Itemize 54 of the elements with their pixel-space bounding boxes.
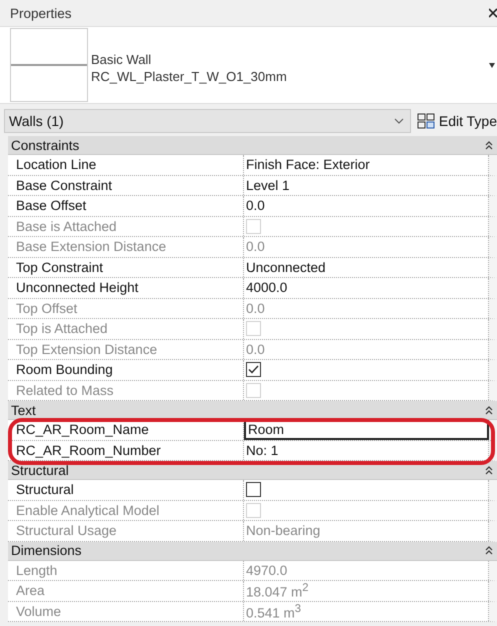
collapse-icon [485,140,493,150]
type-selector[interactable]: Basic Wall RC_WL_Plaster_T_W_O1_30mm [0,26,497,104]
checkbox[interactable] [246,482,261,498]
property-value: 0.0 [246,239,265,254]
collapse-icon [485,466,493,474]
collapse-icon [485,546,493,555]
property-value: No: 1 [246,442,278,458]
property-value: Finish Face: Exterior [246,157,370,172]
property-label: Top is Attached [8,319,244,338]
property-label: Related to Mass [8,380,244,400]
property-label: Area [8,581,244,600]
property-value: Level 1 [246,178,290,193]
wall-preview-icon [10,28,88,102]
type-name: RC_WL_Plaster_T_W_O1_30mm [91,68,288,85]
property-label: Base is Attached [8,216,244,236]
group-header[interactable]: Text [8,401,497,420]
close-icon[interactable] [489,8,497,18]
property-value: 0.0 [246,342,265,357]
property-label: Structural [8,480,244,500]
property-label: RC_AR_Room_Name [8,420,244,440]
checkbox[interactable] [246,362,261,378]
property-value: 0.541 m$^{3}$ [246,602,302,620]
property-value: 0.0 [246,198,265,214]
group-header[interactable]: Dimensions [8,542,497,560]
property-label: Volume [8,602,244,621]
edit-type-icon [416,113,435,129]
property-label: RC_AR_Room_Number [8,440,244,460]
property-value: 4970.0 [246,562,288,578]
property-label: Top Extension Distance [8,340,244,359]
property-label: Base Constraint [8,176,244,195]
property-value: Non-bearing [246,523,320,538]
property-label: Base Extension Distance [8,237,244,256]
property-label: Top Constraint [8,258,244,277]
edit-type-button[interactable]: Edit Type [410,113,497,129]
value-field[interactable]: Room [244,420,489,440]
family-name: Basic Wall [91,51,152,68]
property-label: Room Bounding [8,360,244,380]
group-header[interactable]: Constraints [8,136,497,155]
property-label: Location Line [8,155,244,174]
property-value: 4000.0 [246,280,288,296]
property-label: Structural Usage [8,521,244,540]
property-label: Top Offset [8,298,244,318]
window-title: Properties [10,6,72,20]
collapse-icon [485,406,493,414]
chevron-down-icon [394,118,404,124]
property-label: Enable Analytical Model [8,500,244,520]
property-value: 0.0 [246,300,265,316]
property-label: Unconnected Height [8,278,244,298]
property-value: 18.047 m$^{2}$ [246,582,309,600]
dropdown-arrow-icon[interactable] [489,62,495,68]
property-value: Unconnected [246,260,326,275]
filter-dropdown[interactable]: Walls (1) [4,109,411,133]
property-label: Length [8,560,244,580]
property-label: Base Offset [8,196,244,216]
